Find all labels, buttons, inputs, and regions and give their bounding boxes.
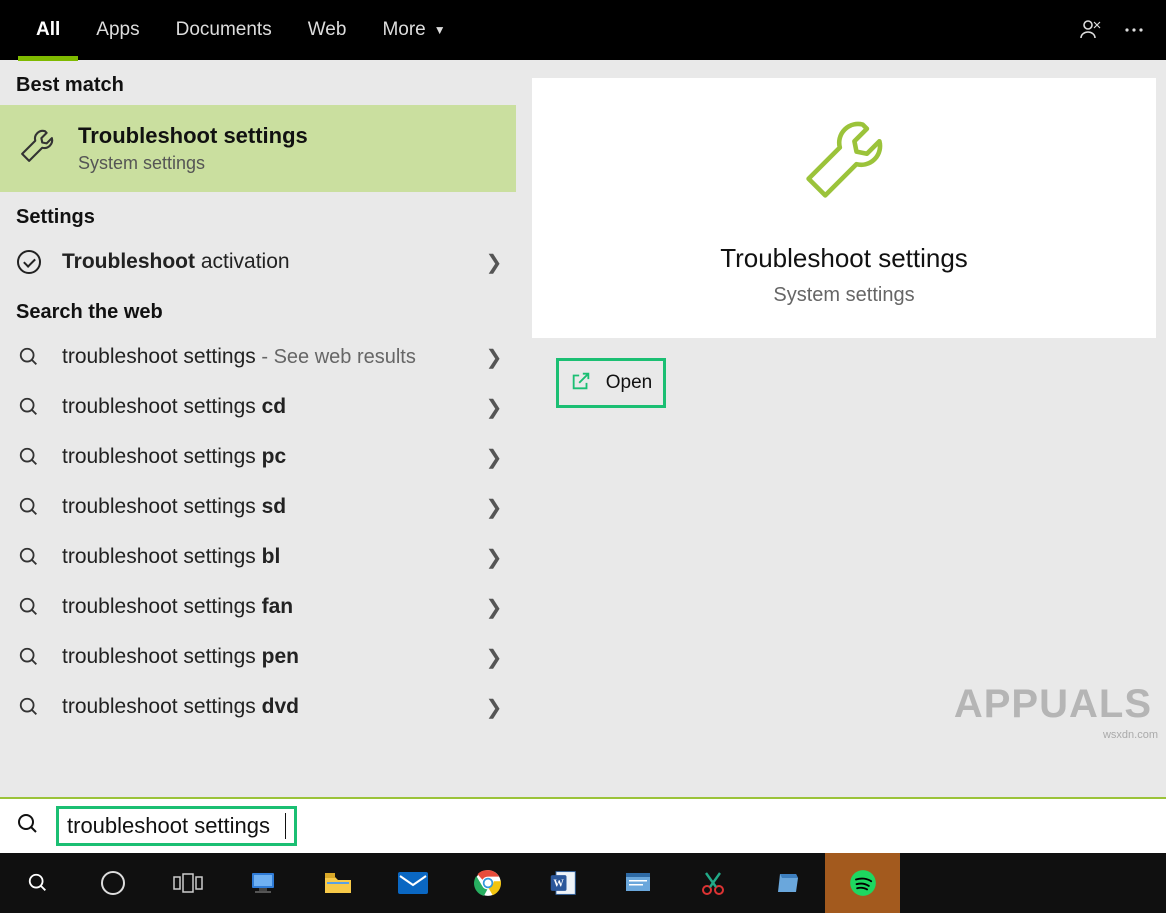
chevron-right-icon: ❯ [482, 345, 506, 370]
web-result-suggestion[interactable]: troubleshoot settings pen ❯ [0, 632, 516, 682]
more-options-icon[interactable] [1112, 0, 1156, 60]
tab-web[interactable]: Web [290, 0, 365, 60]
taskbar-app-spotify[interactable] [825, 853, 900, 913]
web-result-label: troubleshoot settings dvd [62, 695, 462, 719]
taskbar-cortana-button[interactable] [75, 853, 150, 913]
section-header-best-match: Best match [0, 60, 516, 105]
taskbar-app-chrome[interactable] [450, 853, 525, 913]
search-input-bar [0, 797, 1166, 853]
web-result-suggestion[interactable]: troubleshoot settings dvd ❯ [0, 682, 516, 732]
web-result-suggestion[interactable]: troubleshoot settings fan ❯ [0, 582, 516, 632]
tab-documents[interactable]: Documents [158, 0, 290, 60]
search-input-highlight [56, 806, 297, 846]
text-caret [285, 813, 286, 839]
results-list: Best match Troubleshoot settings System … [0, 60, 516, 797]
taskbar: W [0, 853, 1166, 913]
open-link-icon [570, 370, 592, 397]
taskbar-app-snipping[interactable] [675, 853, 750, 913]
web-result-label: troubleshoot settings sd [62, 495, 462, 519]
taskbar-app-file-explorer[interactable] [300, 853, 375, 913]
search-icon [16, 694, 42, 720]
tab-documents-label: Documents [176, 19, 272, 41]
web-result-suggestion[interactable]: troubleshoot settings cd ❯ [0, 382, 516, 432]
search-icon [16, 812, 40, 841]
chevron-right-icon: ❯ [482, 695, 506, 720]
settings-result-label: Troubleshoot activation [62, 250, 462, 274]
tab-more-label: More [382, 19, 425, 41]
tab-apps-label: Apps [96, 19, 139, 41]
taskbar-app-wordpad[interactable] [600, 853, 675, 913]
detail-panel: Troubleshoot settings System settings Op… [516, 60, 1166, 797]
taskbar-app-explorer[interactable] [225, 853, 300, 913]
tabbar-spacer [464, 0, 1068, 60]
best-match-texts: Troubleshoot settings System settings [78, 123, 308, 174]
search-icon [16, 594, 42, 620]
detail-card: Troubleshoot settings System settings [532, 78, 1156, 338]
search-results-area: Best match Troubleshoot settings System … [0, 60, 1166, 797]
search-icon [16, 544, 42, 570]
watermark-sub: wsxdn.com [1103, 729, 1158, 741]
taskbar-task-view-button[interactable] [150, 853, 225, 913]
web-result-label: troubleshoot settings cd [62, 395, 462, 419]
watermark-text: APPUALS [954, 682, 1152, 727]
web-result-label: troubleshoot settings fan [62, 595, 462, 619]
taskbar-app-mail[interactable] [375, 853, 450, 913]
chevron-right-icon: ❯ [482, 445, 506, 470]
chevron-right-icon: ❯ [482, 545, 506, 570]
chevron-right-icon: ❯ [482, 395, 506, 420]
search-icon [16, 494, 42, 520]
tab-more[interactable]: More ▼ [364, 0, 463, 60]
cortana-icon [101, 871, 125, 895]
wrench-icon [16, 125, 58, 172]
best-match-subtitle: System settings [78, 153, 308, 174]
chevron-right-icon: ❯ [482, 495, 506, 520]
search-icon [16, 344, 42, 370]
search-icon [16, 394, 42, 420]
search-icon [16, 644, 42, 670]
tab-apps[interactable]: Apps [78, 0, 157, 60]
taskbar-app-word[interactable]: W [525, 853, 600, 913]
search-icon [16, 444, 42, 470]
chevron-down-icon: ▼ [434, 23, 446, 37]
chevron-right-icon: ❯ [482, 595, 506, 620]
best-match-title: Troubleshoot settings [78, 123, 308, 149]
detail-title: Troubleshoot settings [720, 243, 968, 274]
tab-all[interactable]: All [18, 0, 78, 60]
wrench-icon-large [794, 110, 894, 215]
best-match-result[interactable]: Troubleshoot settings System settings [0, 105, 516, 192]
web-result-label: troubleshoot settings pen [62, 645, 462, 669]
chevron-right-icon: ❯ [482, 250, 506, 275]
open-button-label: Open [606, 372, 652, 394]
web-result-primary[interactable]: troubleshoot settings - See web results … [0, 332, 516, 382]
web-result-suggestion[interactable]: troubleshoot settings pc ❯ [0, 432, 516, 482]
web-result-suggestion[interactable]: troubleshoot settings sd ❯ [0, 482, 516, 532]
svg-text:W: W [553, 879, 564, 890]
settings-result-activation[interactable]: Troubleshoot activation ❯ [0, 237, 516, 287]
tab-web-label: Web [308, 19, 347, 41]
web-result-suggestion[interactable]: troubleshoot settings bl ❯ [0, 532, 516, 582]
detail-subtitle: System settings [773, 284, 914, 307]
taskbar-search-button[interactable] [0, 853, 75, 913]
web-result-label: troubleshoot settings - See web results [62, 345, 462, 369]
tab-all-label: All [36, 19, 60, 41]
open-button[interactable]: Open [556, 358, 666, 408]
web-results-container: troubleshoot settings cd❯troubleshoot se… [0, 382, 516, 732]
section-header-web: Search the web [0, 287, 516, 332]
chevron-right-icon: ❯ [482, 645, 506, 670]
feedback-icon[interactable] [1068, 0, 1112, 60]
check-circle-icon [16, 249, 42, 275]
taskbar-app-notes[interactable] [750, 853, 825, 913]
section-header-settings: Settings [0, 192, 516, 237]
web-result-label: troubleshoot settings pc [62, 445, 462, 469]
search-input[interactable] [67, 813, 287, 839]
web-result-label: troubleshoot settings bl [62, 545, 462, 569]
search-category-tabs: All Apps Documents Web More ▼ [0, 0, 1166, 60]
